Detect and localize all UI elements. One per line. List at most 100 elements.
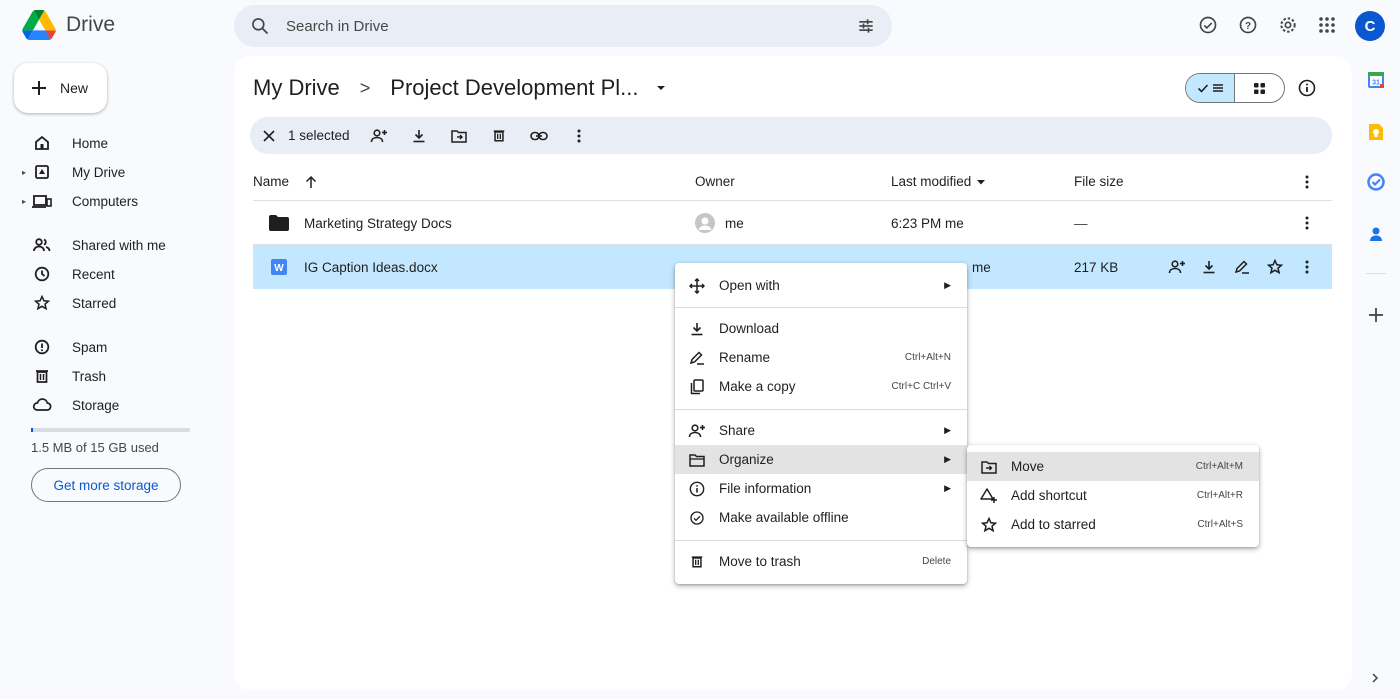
- menu-item-file-information[interactable]: File information ▶: [675, 474, 967, 503]
- menu-item-shortcut: Ctrl+Alt+S: [1197, 519, 1243, 530]
- file-last-modified: me: [972, 259, 991, 275]
- account-avatar[interactable]: C: [1355, 11, 1385, 41]
- folder-menu-caret-icon[interactable]: [655, 82, 667, 94]
- column-header-name[interactable]: Name: [253, 174, 317, 189]
- menu-item-make-a-copy[interactable]: Make a copy Ctrl+C Ctrl+V: [675, 372, 967, 401]
- details-info-icon[interactable]: [1298, 79, 1316, 97]
- rename-pencil-icon[interactable]: [1234, 245, 1250, 289]
- new-button[interactable]: New: [14, 63, 107, 113]
- sidebar-item-my-drive[interactable]: ▸ My Drive: [22, 159, 125, 185]
- breadcrumb: My Drive > Project Development Pl...: [253, 75, 667, 101]
- sidebar-item-label: Trash: [72, 368, 107, 384]
- grid-view-button[interactable]: [1235, 74, 1284, 102]
- get-more-storage-button[interactable]: Get more storage: [31, 468, 181, 502]
- menu-item-download[interactable]: Download: [675, 314, 967, 343]
- column-header-file-size[interactable]: File size: [1074, 174, 1124, 189]
- sidebar-item-computers[interactable]: ▸ Computers: [22, 188, 138, 214]
- move-to-folder-icon[interactable]: [448, 125, 470, 147]
- file-name[interactable]: IG Caption Ideas.docx: [304, 245, 438, 289]
- breadcrumb-root[interactable]: My Drive: [253, 75, 340, 101]
- copy-link-icon[interactable]: [528, 125, 550, 147]
- menu-item-label: File information: [719, 481, 812, 496]
- open-with-icon: [687, 277, 707, 294]
- sort-desc-caret-icon: [976, 177, 986, 187]
- keep-app-icon[interactable]: [1366, 122, 1386, 142]
- menu-item-rename[interactable]: Rename Ctrl+Alt+N: [675, 343, 967, 372]
- menu-item-organize[interactable]: Organize ▶: [675, 445, 967, 474]
- search-options-icon[interactable]: [856, 16, 876, 36]
- contacts-app-icon[interactable]: [1366, 224, 1386, 244]
- expand-caret-icon[interactable]: ▸: [22, 197, 26, 206]
- search-bar[interactable]: Search in Drive: [234, 5, 892, 47]
- search-input[interactable]: Search in Drive: [286, 18, 856, 35]
- menu-item-label: Move: [1011, 459, 1045, 474]
- sidebar-item-starred[interactable]: Starred: [22, 290, 116, 316]
- apps-grid-icon[interactable]: [1316, 14, 1338, 36]
- share-person-add-icon[interactable]: [1168, 245, 1186, 289]
- tasks-app-icon[interactable]: [1366, 172, 1386, 192]
- trash-icon[interactable]: [488, 125, 510, 147]
- sidebar-item-trash[interactable]: Trash: [22, 363, 106, 389]
- file-size: —: [1074, 215, 1088, 231]
- rename-pencil-icon: [687, 350, 707, 365]
- computers-icon: [32, 193, 52, 209]
- drive-logo[interactable]: Drive: [22, 10, 115, 40]
- shared-icon: [32, 237, 52, 253]
- menu-item-label: Download: [719, 321, 780, 336]
- file-name[interactable]: Marketing Strategy Docs: [304, 201, 452, 245]
- column-options-icon[interactable]: [1305, 175, 1309, 189]
- home-icon: [32, 135, 52, 151]
- sidebar-item-shared[interactable]: Shared with me: [22, 232, 166, 258]
- search-icon[interactable]: [250, 16, 270, 36]
- column-header-owner[interactable]: Owner: [695, 174, 735, 189]
- more-actions-icon[interactable]: [568, 125, 590, 147]
- menu-item-label: Rename: [719, 350, 771, 365]
- menu-item-make-available-offline[interactable]: Make available offline: [675, 503, 967, 532]
- info-icon: [687, 481, 707, 497]
- file-size: 217 KB: [1074, 259, 1119, 275]
- spam-icon: [32, 339, 52, 355]
- menu-item-move-to-trash[interactable]: Move to trash Delete: [675, 547, 967, 576]
- row-more-actions-icon[interactable]: [1305, 245, 1309, 289]
- calendar-app-icon[interactable]: 31: [1366, 70, 1386, 90]
- sort-ascending-icon[interactable]: [305, 175, 317, 189]
- download-icon[interactable]: [408, 125, 430, 147]
- column-header-last-modified[interactable]: Last modified: [891, 174, 986, 189]
- add-to-starred-icon[interactable]: [1267, 245, 1283, 289]
- submenu-item-move[interactable]: Move Ctrl+Alt+M: [967, 452, 1259, 481]
- download-icon[interactable]: [1202, 245, 1216, 289]
- trash-icon: [32, 368, 52, 384]
- submenu-item-add-shortcut[interactable]: Add shortcut Ctrl+Alt+R: [967, 481, 1259, 510]
- sidebar-item-home[interactable]: Home: [22, 130, 108, 156]
- context-menu: Open with ▶ Download Rename Ctrl+Alt+N M…: [675, 263, 967, 584]
- menu-item-label: Organize: [719, 452, 774, 467]
- sidebar-item-storage[interactable]: Storage: [22, 392, 119, 418]
- expand-caret-icon[interactable]: ▸: [22, 168, 26, 177]
- side-panel-divider: [1366, 273, 1386, 274]
- menu-item-label: Make a copy: [719, 379, 796, 394]
- get-add-ons-plus-icon[interactable]: [1366, 305, 1386, 325]
- file-owner: me: [695, 201, 744, 245]
- my-drive-icon: [32, 164, 52, 180]
- breadcrumb-current[interactable]: Project Development Pl...: [390, 75, 638, 101]
- list-view-button[interactable]: [1186, 74, 1236, 102]
- menu-item-label: Open with: [719, 278, 780, 293]
- row-more-actions-icon[interactable]: [1305, 201, 1309, 245]
- selection-toolbar: 1 selected: [250, 117, 1332, 154]
- organize-folder-icon: [687, 453, 707, 467]
- offline-status-icon[interactable]: [1197, 14, 1219, 36]
- clear-selection-icon[interactable]: [262, 129, 276, 143]
- menu-item-shortcut: Ctrl+Alt+M: [1195, 461, 1243, 472]
- sidebar-item-spam[interactable]: Spam: [22, 334, 107, 360]
- menu-item-share[interactable]: Share ▶: [675, 416, 967, 445]
- share-person-add-icon[interactable]: [368, 125, 390, 147]
- submenu-item-add-to-starred[interactable]: Add to starred Ctrl+Alt+S: [967, 510, 1259, 539]
- view-toggle: [1185, 73, 1285, 103]
- menu-item-open-with[interactable]: Open with ▶: [675, 271, 967, 300]
- help-icon[interactable]: ?: [1237, 14, 1259, 36]
- table-row[interactable]: Marketing Strategy Docs me 6:23 PM me —: [253, 201, 1332, 245]
- sidebar-item-recent[interactable]: Recent: [22, 261, 115, 287]
- menu-divider: [675, 409, 967, 410]
- settings-gear-icon[interactable]: [1277, 14, 1299, 36]
- show-side-panel-chevron-icon[interactable]: [1370, 672, 1380, 684]
